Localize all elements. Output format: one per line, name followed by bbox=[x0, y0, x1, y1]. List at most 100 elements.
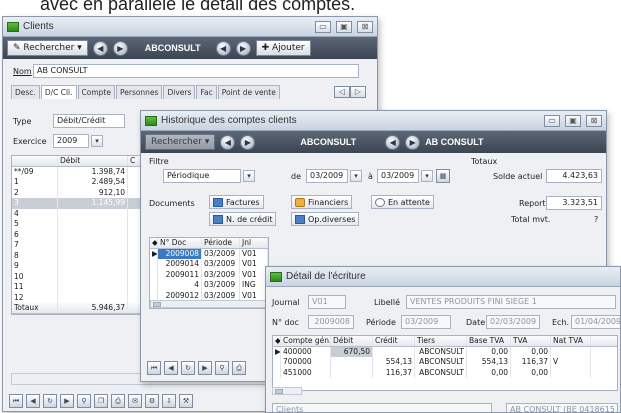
scrollbar-thumb[interactable] bbox=[153, 302, 161, 307]
tab-point-de-vente[interactable]: Point de vente bbox=[217, 85, 280, 99]
search-icon[interactable]: ⚲ bbox=[77, 394, 91, 408]
maximize-button[interactable]: ▣ bbox=[336, 20, 352, 33]
next-record-icon[interactable]: ▶ bbox=[235, 40, 251, 56]
table-row[interactable]: 4 03/2009 ING bbox=[150, 280, 268, 291]
row-journal: V01 bbox=[240, 259, 268, 270]
tab-personnes[interactable]: Personnes bbox=[115, 85, 163, 99]
copy-icon[interactable]: ❐ bbox=[94, 394, 108, 408]
refresh-icon[interactable]: ↻ bbox=[43, 394, 57, 408]
prev-icon[interactable]: ◀ bbox=[220, 134, 236, 150]
clients-titlebar[interactable]: Clients ▭ ▣ ⊠ bbox=[3, 17, 377, 37]
table-row[interactable]: 10 bbox=[12, 271, 160, 282]
table-row[interactable]: ▶ 2009008 03/2009 V01 bbox=[150, 248, 268, 259]
date-label: Date bbox=[466, 318, 486, 327]
tab-divers[interactable]: Divers bbox=[163, 85, 196, 99]
refresh-icon[interactable]: ↻ bbox=[181, 361, 195, 375]
factures-toggle[interactable]: Factures bbox=[209, 195, 264, 209]
horizontal-scrollbar[interactable] bbox=[272, 387, 302, 395]
prev-record-icon[interactable]: ◀ bbox=[215, 40, 231, 56]
maximize-button[interactable]: ▣ bbox=[565, 114, 581, 127]
next-page-icon[interactable]: ▶ bbox=[198, 361, 212, 375]
financiers-toggle[interactable]: Financiers bbox=[291, 195, 353, 209]
table-row[interactable]: 2009011 03/2009 V01 bbox=[150, 269, 268, 280]
settings-icon[interactable]: ⚙ bbox=[145, 394, 159, 408]
table-row[interactable]: 6 bbox=[12, 229, 160, 240]
to-dropdown-icon[interactable]: ▾ bbox=[421, 170, 433, 182]
search-button[interactable]: Rechercher ▾ bbox=[145, 134, 216, 150]
exercice-select[interactable]: 2009 bbox=[53, 134, 89, 148]
row-credit: 554,13 bbox=[373, 357, 415, 368]
row-marker bbox=[150, 259, 158, 270]
minimize-button[interactable]: ▭ bbox=[315, 20, 331, 33]
table-row[interactable]: 3 1.145,99 bbox=[12, 198, 160, 209]
periode-field[interactable]: 03/2009 bbox=[401, 315, 451, 329]
en-attente-toggle[interactable]: En attente bbox=[371, 195, 434, 209]
table-row[interactable]: 700000 554,13 ABCONSULT 554,13 116,37 V bbox=[273, 357, 617, 368]
first-record-icon[interactable]: ⏮ bbox=[147, 361, 161, 375]
table-row[interactable]: 4 bbox=[12, 208, 160, 219]
type-select[interactable]: Débit/Crédit bbox=[53, 114, 125, 128]
periode-select[interactable]: Périodique bbox=[163, 169, 241, 183]
footer-left-field: Clients bbox=[272, 403, 492, 412]
exercice-dropdown-icon[interactable]: ▾ bbox=[91, 135, 103, 147]
tab-dc-cli[interactable]: D/C Cli. bbox=[40, 85, 77, 99]
table-row[interactable]: 9 bbox=[12, 261, 160, 272]
tab-scroll-left-icon[interactable]: ◁ bbox=[334, 86, 350, 98]
table-row[interactable]: 1 2.489,54 bbox=[12, 177, 160, 188]
tab-scroll-right-icon[interactable]: ▷ bbox=[350, 86, 366, 98]
nom-field[interactable]: AB CONSULT bbox=[33, 64, 359, 78]
calendar-icon[interactable]: ▦ bbox=[436, 169, 450, 183]
close-button[interactable]: ⊠ bbox=[586, 114, 602, 127]
next-icon[interactable]: ▶ bbox=[240, 134, 256, 150]
search-button[interactable]: ✎ Rechercher ▾ bbox=[7, 40, 88, 56]
row-nat-tva bbox=[551, 346, 591, 357]
next-page-icon[interactable]: ▶ bbox=[60, 394, 74, 408]
prev-page-icon[interactable]: ◀ bbox=[26, 394, 40, 408]
historique-titlebar[interactable]: Historique des comptes clients ▭ ▣ ⊠ bbox=[141, 111, 606, 131]
export-icon[interactable]: ⇩ bbox=[162, 394, 176, 408]
journal-field[interactable]: V01 bbox=[308, 295, 346, 309]
table-row[interactable]: 12 bbox=[12, 292, 160, 303]
from-period-field[interactable]: 03/2009 bbox=[306, 169, 348, 183]
prev-page-icon[interactable]: ◀ bbox=[164, 361, 178, 375]
n-credit-toggle[interactable]: N. de crédit bbox=[209, 212, 277, 226]
table-row[interactable]: 2 912,10 bbox=[12, 187, 160, 198]
minimize-button[interactable]: ▭ bbox=[544, 114, 560, 127]
search-icon[interactable]: ⚲ bbox=[215, 361, 229, 375]
from-dropdown-icon[interactable]: ▾ bbox=[350, 170, 362, 182]
scrollbar-thumb[interactable] bbox=[275, 389, 283, 394]
table-row[interactable]: **/09 1.398,74 bbox=[12, 166, 160, 177]
add-button[interactable]: ✚ Ajouter bbox=[255, 40, 311, 56]
table-row[interactable]: ▶ 400000 670,50 ABCONSULT 0,00 0,00 bbox=[273, 346, 617, 357]
periode-dropdown-icon[interactable]: ▾ bbox=[243, 170, 255, 182]
to-period-field[interactable]: 03/2009 bbox=[377, 169, 419, 183]
prev-record-icon[interactable]: ◀ bbox=[385, 134, 401, 150]
tab-fac[interactable]: Fac bbox=[196, 85, 217, 99]
tab-compte[interactable]: Compte bbox=[77, 85, 115, 99]
op-diverses-toggle[interactable]: Op.diverses bbox=[291, 212, 360, 226]
row-doc-number: 2009014 bbox=[158, 259, 202, 270]
libelle-field[interactable]: VENTES PRODUITS FINI SIEGE 1 bbox=[406, 295, 616, 309]
close-button[interactable]: ⊠ bbox=[357, 20, 373, 33]
table-row[interactable]: 451000 116,37 ABCONSULT 0,00 0,00 bbox=[273, 367, 617, 378]
first-record-icon[interactable]: ⏮ bbox=[9, 394, 23, 408]
row-journal: V01 bbox=[240, 269, 268, 280]
prev-icon[interactable]: ◀ bbox=[92, 40, 108, 56]
table-row[interactable]: 5 bbox=[12, 219, 160, 230]
horizontal-scrollbar[interactable] bbox=[150, 300, 268, 308]
tools-icon[interactable]: ⚒ bbox=[179, 394, 193, 408]
date-field[interactable]: 02/03/2009 bbox=[486, 315, 540, 329]
table-row[interactable]: 2009014 03/2009 V01 bbox=[150, 259, 268, 270]
table-row[interactable]: 8 bbox=[12, 250, 160, 261]
next-icon[interactable]: ▶ bbox=[112, 40, 128, 56]
table-row[interactable]: 11 bbox=[12, 282, 160, 293]
mail-icon[interactable]: ✉ bbox=[128, 394, 142, 408]
tab-desc[interactable]: Desc. bbox=[11, 85, 40, 99]
next-record-icon[interactable]: ▶ bbox=[405, 134, 421, 150]
ech-field[interactable]: 01/04/2009 bbox=[571, 315, 620, 329]
detail-titlebar[interactable]: Détail de l'écriture bbox=[266, 267, 620, 287]
print-icon[interactable]: ⎙ bbox=[111, 394, 125, 408]
print-icon[interactable]: ⎙ bbox=[232, 361, 246, 375]
table-row[interactable]: 7 bbox=[12, 240, 160, 251]
ndoc-field[interactable]: 2009008 bbox=[308, 315, 354, 329]
